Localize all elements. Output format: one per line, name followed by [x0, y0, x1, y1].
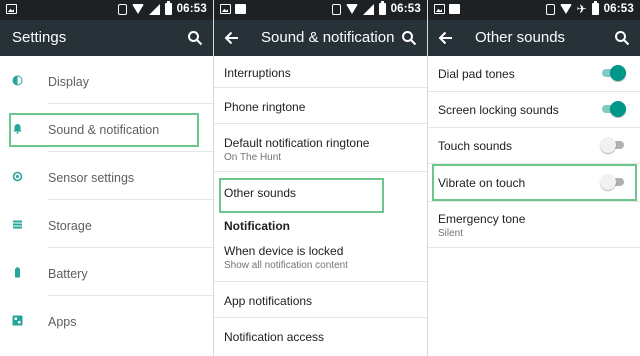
other-sounds-list: Dial pad tones Screen locking sounds Tou…	[428, 56, 640, 248]
section-label: Notification	[224, 219, 290, 233]
item-label: Touch sounds	[438, 139, 513, 153]
page-title: Sound & notification	[261, 29, 395, 46]
sensor-icon	[12, 171, 23, 182]
list-item-emergency-tone[interactable]: Emergency tone Silent	[428, 202, 640, 248]
back-arrow-icon[interactable]	[224, 30, 240, 46]
settings-item-label: Storage	[48, 219, 92, 233]
settings-panel: 06:53 Settings Display Sound & notificat…	[0, 0, 213, 356]
vibrate-icon	[117, 3, 127, 15]
battery-status-icon	[591, 1, 599, 15]
settings-list: Display Sound & notification Sensor sett…	[0, 56, 213, 344]
settings-item-display[interactable]: Display	[0, 56, 213, 104]
highlight-box	[432, 164, 637, 201]
list-item-phone-ringtone[interactable]: Phone ringtone	[214, 88, 427, 124]
highlight-box	[9, 113, 199, 147]
storage-icon	[13, 220, 22, 229]
message-notification-icon	[449, 4, 460, 14]
vibrate-icon	[331, 3, 341, 15]
battery-status-icon	[378, 1, 386, 15]
app-bar: Other sounds	[428, 20, 640, 56]
item-label: Default notification ringtone	[224, 136, 370, 150]
highlight-box	[219, 178, 384, 213]
list-item-default-notification-ringtone[interactable]: Default notification ringtone On The Hun…	[214, 124, 427, 172]
item-subtitle: Show all notification content	[224, 260, 348, 271]
item-label: Dial pad tones	[438, 67, 515, 81]
signal-icon	[148, 3, 160, 15]
item-label: Emergency tone	[438, 212, 526, 226]
item-label: Phone ringtone	[224, 100, 306, 114]
list-item-screen-locking-sounds[interactable]: Screen locking sounds	[428, 92, 640, 128]
vibrate-icon	[545, 3, 555, 15]
list-item-when-device-locked[interactable]: When device is locked Show all notificat…	[214, 238, 427, 282]
item-label: Notification access	[224, 330, 325, 344]
status-bar: ✈ 06:53	[428, 0, 640, 20]
app-bar: Settings	[0, 20, 213, 56]
item-subtitle: On The Hunt	[224, 152, 282, 163]
dial-pad-tones-toggle[interactable]	[600, 65, 626, 81]
settings-item-storage[interactable]: Storage	[0, 200, 213, 248]
list-item-dial-pad-tones[interactable]: Dial pad tones	[428, 56, 640, 92]
wifi-icon	[131, 4, 144, 14]
search-icon[interactable]	[187, 30, 203, 46]
settings-item-apps[interactable]: Apps	[0, 296, 213, 344]
list-item-interruptions[interactable]: Interruptions	[214, 56, 427, 88]
image-notification-icon	[6, 4, 17, 14]
signal-icon	[362, 3, 374, 15]
settings-item-label: Apps	[48, 315, 77, 329]
image-notification-icon	[434, 4, 445, 14]
item-label: Interruptions	[224, 66, 291, 80]
image-notification-icon	[220, 4, 231, 14]
settings-item-label: Display	[48, 75, 89, 89]
battery-status-icon	[164, 1, 172, 15]
page-title: Other sounds	[475, 29, 566, 46]
brightness-icon	[12, 75, 23, 86]
status-bar: 06:53	[0, 0, 213, 20]
list-item-app-notifications[interactable]: App notifications	[214, 282, 427, 318]
battery-icon	[15, 267, 20, 278]
wifi-icon	[559, 4, 572, 14]
list-item-touch-sounds[interactable]: Touch sounds	[428, 128, 640, 164]
section-header-notification: Notification	[214, 210, 427, 238]
page-title: Settings	[12, 29, 67, 46]
item-label: When device is locked	[224, 244, 344, 258]
clock: 06:53	[176, 3, 207, 15]
sound-notification-panel: 06:53 Sound & notification Interruptions…	[214, 0, 427, 356]
wifi-icon	[345, 4, 358, 14]
app-bar: Sound & notification	[214, 20, 427, 56]
clock: 06:53	[390, 3, 421, 15]
search-icon[interactable]	[401, 30, 417, 46]
list-item-notification-access[interactable]: Notification access	[214, 318, 427, 354]
apps-icon	[12, 315, 23, 326]
settings-item-battery[interactable]: Battery	[0, 248, 213, 296]
item-label: App notifications	[224, 294, 313, 308]
airplane-icon: ✈	[576, 2, 587, 16]
screen-locking-sounds-toggle[interactable]	[600, 101, 626, 117]
item-subtitle: Silent	[438, 228, 464, 239]
other-sounds-panel: ✈ 06:53 Other sounds Dial pad tones Scre…	[428, 0, 640, 356]
settings-item-label: Battery	[48, 267, 88, 281]
back-arrow-icon[interactable]	[438, 30, 454, 46]
touch-sounds-toggle[interactable]	[600, 137, 626, 153]
clock: 06:53	[603, 3, 634, 15]
status-bar: 06:53	[214, 0, 427, 20]
item-label: Screen locking sounds	[438, 103, 559, 117]
settings-item-sensor[interactable]: Sensor settings	[0, 152, 213, 200]
search-icon[interactable]	[614, 30, 630, 46]
message-notification-icon	[235, 4, 246, 14]
settings-item-label: Sensor settings	[48, 171, 135, 185]
